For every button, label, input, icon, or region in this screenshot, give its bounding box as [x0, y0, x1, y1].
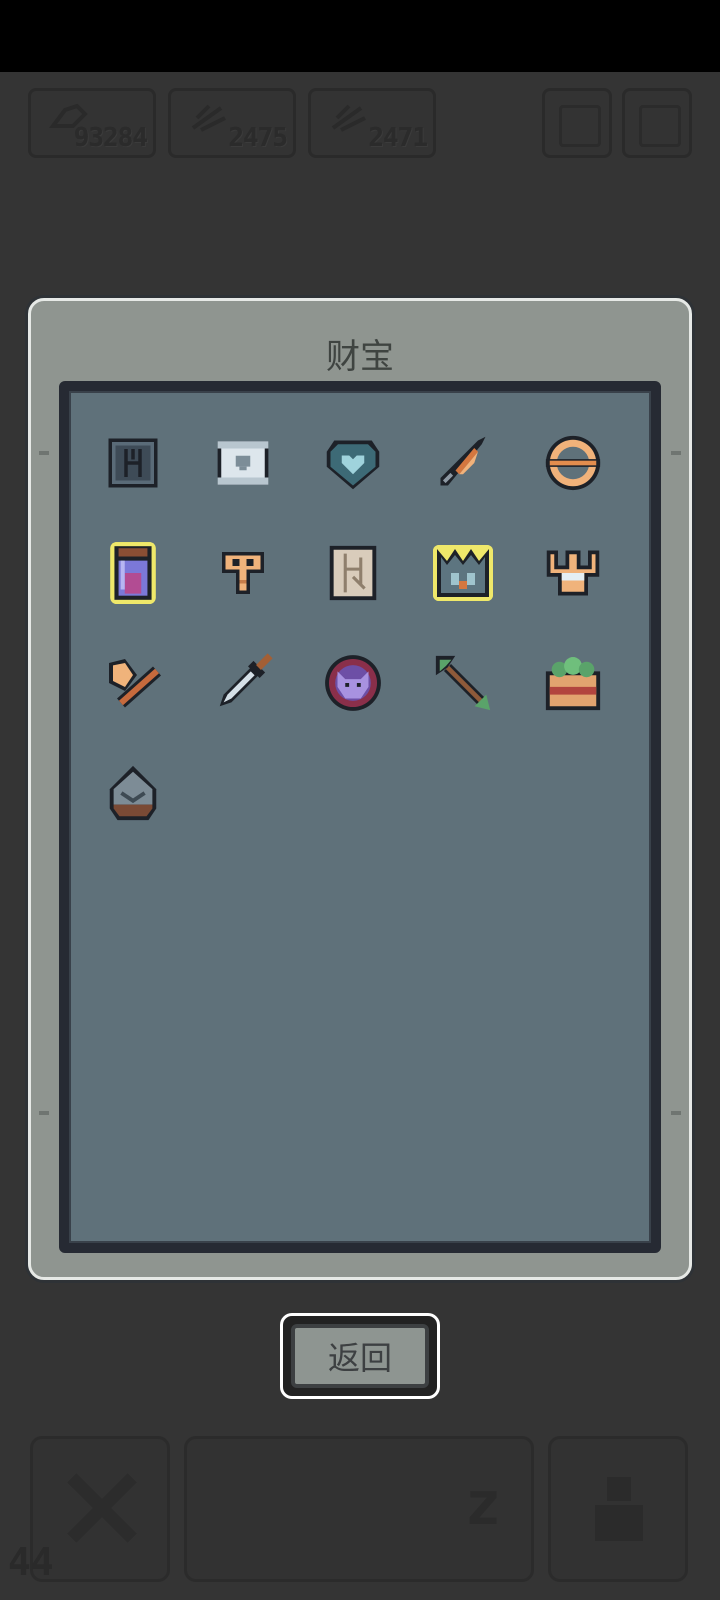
ancient-map-icon: [329, 545, 377, 601]
treasure-item[interactable]: [425, 645, 501, 721]
character-icon: [595, 1477, 643, 1541]
gold-trident-icon: [546, 550, 600, 596]
panel-rivet: [39, 1111, 49, 1115]
battle-axe-icon: [109, 659, 161, 708]
character-slot[interactable]: [548, 1436, 688, 1582]
resource-wood: 2475: [168, 88, 296, 158]
dagger-icon: [219, 653, 273, 707]
sleep-icon: z: [464, 1469, 501, 1539]
orb-ring-icon: [545, 435, 601, 491]
dialog-title: 财宝: [326, 337, 394, 377]
potion-jar-icon: [110, 542, 156, 604]
treasure-item[interactable]: [95, 645, 171, 721]
treasure-item[interactable]: [425, 535, 501, 611]
panel-rivet: [39, 451, 49, 455]
treasure-item[interactable]: [425, 425, 501, 501]
golden-key-icon: [222, 552, 264, 594]
wood-icon: [191, 104, 226, 132]
resource-value: 2475: [228, 123, 288, 153]
treasure-item[interactable]: [205, 535, 281, 611]
resource-value: 2471: [368, 123, 428, 153]
heart-gem-icon: [326, 440, 380, 490]
treasure-item[interactable]: [315, 425, 391, 501]
resource-meat: 93284: [28, 88, 156, 158]
treasure-item[interactable]: [205, 645, 281, 721]
treasure-dialog: 财宝: [28, 298, 692, 1280]
jade-arrow-icon: [435, 655, 491, 711]
stone-icon: [331, 104, 366, 132]
panel-rivet: [671, 1111, 681, 1115]
rune-tablet-icon: [108, 438, 158, 488]
status-bar: [0, 0, 720, 72]
sleep-slot[interactable]: z: [184, 1436, 534, 1582]
treasure-item[interactable]: [95, 755, 171, 831]
treasure-item[interactable]: [205, 425, 281, 501]
back-button-label: 返回: [291, 1324, 429, 1388]
spear-head-icon: [440, 436, 486, 486]
crossed-swords-icon: [67, 1473, 137, 1543]
demon-amulet-icon: [325, 655, 381, 711]
treasure-item[interactable]: [315, 645, 391, 721]
iron-helmet-icon: [109, 765, 157, 821]
treasure-item[interactable]: [535, 535, 611, 611]
herb-chest-icon: [545, 657, 601, 711]
crystal-crown-icon: [433, 545, 493, 601]
skull-scroll-icon: [217, 441, 269, 485]
hud-settings-button[interactable]: [622, 88, 692, 158]
treasure-item[interactable]: [95, 425, 171, 501]
resource-value: 93284: [73, 123, 148, 153]
treasure-item[interactable]: [95, 535, 171, 611]
hud-menu-button[interactable]: [542, 88, 612, 158]
resource-stone: 2471: [308, 88, 436, 158]
back-button[interactable]: 返回: [280, 1313, 440, 1399]
treasure-grid: [59, 381, 661, 1253]
panel-rivet: [671, 451, 681, 455]
treasure-item[interactable]: [535, 645, 611, 721]
treasure-item[interactable]: [535, 425, 611, 501]
level-number: 44: [8, 1540, 54, 1584]
treasure-item[interactable]: [315, 535, 391, 611]
